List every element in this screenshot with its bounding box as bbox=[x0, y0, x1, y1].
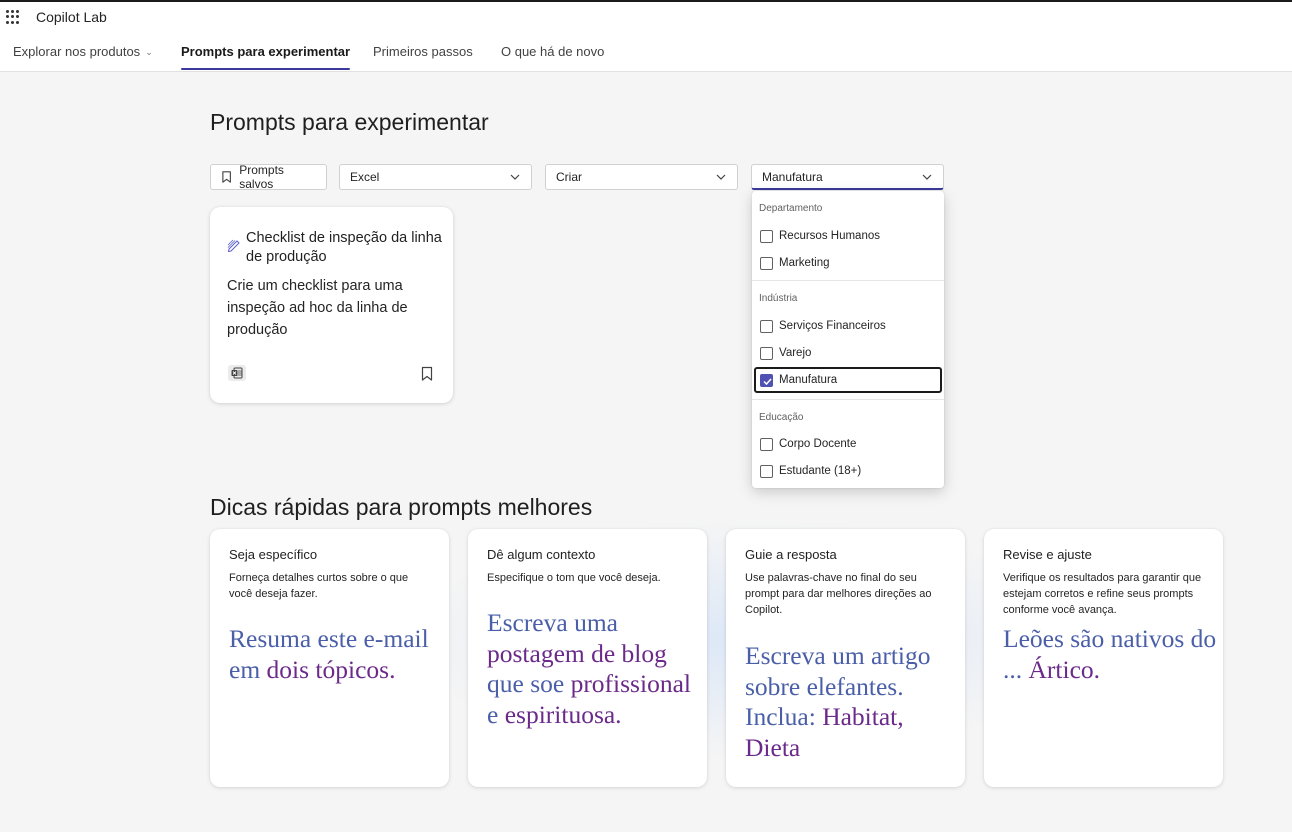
option-varejo[interactable]: Varejo bbox=[754, 340, 942, 366]
category-dropdown-menu: Departamento Recursos Humanos Marketing … bbox=[752, 191, 944, 488]
option-label: Marketing bbox=[779, 257, 830, 269]
example-text: que soe bbox=[487, 669, 571, 698]
tip-title: Revise e ajuste bbox=[1003, 547, 1092, 562]
bookmark-icon bbox=[222, 171, 231, 183]
tip-example: Resuma este e-mail em dois tópicos. bbox=[229, 624, 444, 685]
chevron-down-icon: ⌄ bbox=[145, 47, 153, 57]
tip-description: Verifique os resultados para garantir qu… bbox=[1003, 572, 1202, 616]
prompt-card[interactable]: Checklist de inspeção da linha de produç… bbox=[210, 207, 453, 403]
category-filter-value: Manufatura bbox=[762, 169, 823, 184]
tip-card-guide-response: Guie a resposta Use palavras-chave no fi… bbox=[726, 529, 965, 787]
group-header-department: Departamento bbox=[759, 203, 823, 214]
tip-example: Escreva um artigo sobre elefantes. Inclu… bbox=[745, 641, 960, 763]
option-label: Varejo bbox=[779, 347, 812, 359]
prompt-card-title: Checklist de inspeção da linha de produç… bbox=[246, 230, 442, 265]
group-header-industry: Indústria bbox=[759, 293, 798, 304]
option-estudante[interactable]: Estudante (18+) bbox=[754, 458, 942, 484]
example-highlight: espirituosa. bbox=[504, 699, 622, 729]
option-marketing[interactable]: Marketing bbox=[754, 250, 942, 276]
checkbox bbox=[760, 319, 773, 333]
top-bar: Copilot Lab bbox=[0, 0, 1292, 32]
task-filter-select[interactable]: Criar bbox=[545, 164, 738, 190]
checkbox bbox=[760, 256, 773, 270]
nav-whats-new-label: O que há de novo bbox=[501, 44, 605, 59]
option-label: Recursos Humanos bbox=[779, 230, 880, 242]
tip-example: Escreva uma postagem de blog que soe pro… bbox=[487, 608, 702, 730]
tip-card-be-specific: Seja específico Forneça detalhes curtos … bbox=[210, 529, 449, 787]
pen-icon bbox=[227, 239, 240, 252]
prompt-card-description: Crie um checklist para uma inspeção ad h… bbox=[227, 278, 408, 338]
option-corpo-docente[interactable]: Corpo Docente bbox=[754, 431, 942, 457]
divider bbox=[752, 280, 944, 281]
tip-title: Seja específico bbox=[229, 547, 318, 562]
app-filter-value: Excel bbox=[350, 170, 380, 184]
tip-description: Especifique o tom que você deseja. bbox=[487, 572, 661, 584]
tip-card-context: Dê algum contexto Especifique o tom que … bbox=[468, 529, 707, 787]
option-label: Serviços Financeiros bbox=[779, 320, 886, 332]
example-text: Escreva uma bbox=[487, 608, 618, 637]
checkbox bbox=[760, 346, 773, 360]
tip-description: Use palavras-chave no final do seu promp… bbox=[745, 572, 932, 616]
example-highlight: postagem de blog bbox=[487, 638, 667, 668]
chevron-down-icon bbox=[510, 174, 520, 180]
nav-whats-new[interactable]: O que há de novo bbox=[501, 32, 604, 72]
checkbox bbox=[760, 229, 773, 243]
tip-title: Guie a resposta bbox=[745, 547, 837, 562]
task-filter-value: Criar bbox=[556, 170, 582, 184]
nav-getting-started[interactable]: Primeiros passos bbox=[373, 32, 473, 72]
chevron-down-icon bbox=[716, 174, 726, 180]
option-manufatura[interactable]: Manufatura bbox=[754, 367, 942, 393]
option-servicos-financeiros[interactable]: Serviços Financeiros bbox=[754, 313, 942, 339]
group-header-education: Educação bbox=[759, 412, 804, 423]
option-label: Estudante (18+) bbox=[779, 465, 862, 477]
example-highlight: Ártico. bbox=[1028, 654, 1101, 684]
checkbox bbox=[760, 437, 773, 451]
page-title: Prompts para experimentar bbox=[210, 109, 489, 135]
tips-heading: Dicas rápidas para prompts melhores bbox=[210, 494, 593, 520]
nav-explore-label: Explorar nos produtos bbox=[13, 44, 141, 59]
nav-explore-products[interactable]: Explorar nos produtos ⌄ bbox=[13, 32, 153, 72]
option-label: Corpo Docente bbox=[779, 438, 857, 450]
tip-card-review-adjust: Revise e ajuste Verifique os resultados … bbox=[984, 529, 1223, 787]
tip-description: Forneça detalhes curtos sobre o que você… bbox=[229, 572, 409, 600]
divider bbox=[752, 399, 944, 400]
tip-example: Leões são nativos do ... Ártico. bbox=[1003, 624, 1218, 685]
app-launcher-icon[interactable] bbox=[6, 10, 20, 24]
example-highlight: profissional bbox=[570, 669, 691, 698]
nav-prompts-to-try[interactable]: Prompts para experimentar bbox=[181, 32, 351, 72]
tip-title: Dê algum contexto bbox=[487, 547, 596, 562]
option-label: Manufatura bbox=[779, 374, 838, 386]
category-filter-select[interactable]: Manufatura bbox=[751, 164, 944, 190]
checkbox bbox=[760, 464, 773, 478]
chevron-down-icon bbox=[922, 174, 932, 180]
nav-prompts-label: Prompts para experimentar bbox=[181, 44, 351, 59]
checkmark-icon bbox=[763, 377, 772, 385]
app-title: Copilot Lab bbox=[36, 9, 107, 25]
option-recursos-humanos[interactable]: Recursos Humanos bbox=[754, 223, 942, 249]
nav-getting-started-label: Primeiros passos bbox=[373, 44, 473, 59]
bookmark-icon[interactable] bbox=[420, 366, 434, 382]
example-highlight: dois tópicos. bbox=[266, 654, 396, 684]
excel-icon bbox=[228, 365, 246, 381]
app-filter-select[interactable]: Excel bbox=[339, 164, 532, 190]
checkbox-checked bbox=[760, 373, 773, 387]
main-nav: Explorar nos produtos ⌄ Prompts para expe… bbox=[0, 32, 1292, 72]
saved-prompts-label: Prompts salvos bbox=[239, 163, 284, 191]
saved-prompts-button[interactable]: Prompts salvos bbox=[210, 163, 327, 191]
example-text: e bbox=[487, 699, 505, 729]
